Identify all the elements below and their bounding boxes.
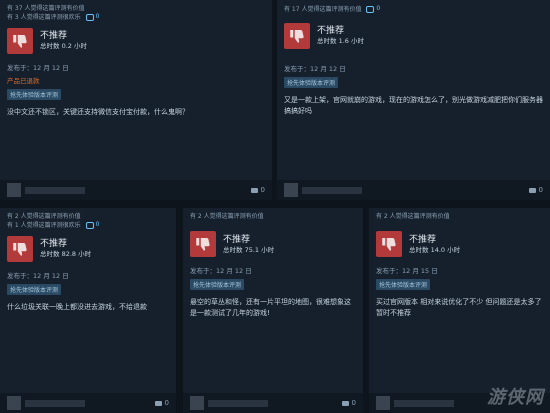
award-icon[interactable]: 0	[85, 13, 99, 22]
review-text: 什么垃圾关联一晚上都没进去游戏，不给退款	[7, 302, 147, 311]
recommendation[interactable]: 不推荐 总时数 14.0 小时	[376, 231, 543, 257]
comment-icon	[250, 187, 258, 193]
thumbs-down-icon	[190, 231, 216, 257]
play-hours: 总时数 0.2 小时	[40, 42, 87, 51]
reviewer[interactable]	[190, 396, 268, 410]
review-text: 又是一款上架，官网就崩的游戏，现在的游戏怎么了，别光做游戏减肥把你们服务器搞搞好…	[284, 95, 543, 115]
reviewer-name[interactable]	[25, 399, 85, 407]
reviewer[interactable]	[7, 183, 85, 197]
review-text: 没中文还不锁区，关键还支持微信支付宝付款，什么鬼啊？	[7, 107, 189, 116]
posted-date: 发布于：12 月 12 日	[284, 64, 346, 73]
recommendation[interactable]: 不推荐 总时数 0.2 小时	[7, 27, 265, 54]
reviewer-name[interactable]	[394, 399, 454, 407]
review-footer: 0	[0, 180, 272, 200]
review-text: 买过官网版本 相对来说优化了不少 但问题还是太多了 暂时不推荐	[376, 298, 542, 317]
review-card: 有 2 人觉得这篇评测有价值 不推荐 总时数 75.1 小时 发布于：12 月 …	[183, 208, 363, 413]
recommendation-title: 不推荐	[40, 239, 68, 250]
reviewer-name[interactable]	[25, 186, 85, 194]
comment-count[interactable]: 0	[250, 186, 265, 194]
reviewer[interactable]	[376, 396, 454, 410]
recommendation-title: 不推荐	[409, 234, 437, 245]
recommendation-title: 不推荐	[223, 234, 251, 245]
thumbs-down-icon	[7, 235, 33, 262]
reviewer[interactable]	[284, 183, 362, 197]
avatar[interactable]	[284, 183, 298, 197]
award-icon[interactable]: 0	[85, 221, 99, 230]
early-access-tag: 抢先体验版本评测	[376, 279, 431, 290]
comment-count[interactable]: 0	[528, 186, 543, 194]
review-footer: 0	[277, 180, 550, 200]
posted-date: 发布于：12 月 12 日	[7, 271, 69, 280]
comment-icon	[528, 187, 536, 193]
award-icon[interactable]: 0	[366, 5, 380, 14]
play-hours: 总时数 1.6 小时	[317, 37, 364, 46]
review-text: 悬空的草丛和怪，还有一片平坦的地图，很难想象这是一款测试了几年的游戏!	[190, 298, 351, 317]
early-access-tag: 抢先体验版本评测	[7, 88, 62, 100]
play-hours: 总时数 82.8 小时	[40, 250, 92, 259]
comment-icon	[154, 400, 162, 406]
comment-count[interactable]: 0	[341, 399, 356, 407]
comment-count[interactable]: 0	[154, 399, 169, 407]
review-card: 有 37 人觉得这篇评测有价值 有 3 人觉得这篇评测很欢乐 0 不推荐 总时数…	[0, 0, 272, 200]
comment-icon	[341, 400, 349, 406]
posted-date: 发布于：12 月 12 日	[7, 63, 69, 72]
early-access-tag: 抢先体验版本评测	[190, 279, 245, 290]
avatar[interactable]	[190, 396, 204, 410]
review-card: 有 17 人觉得这篇评测有价值 0 不推荐 总时数 1.6 小时 发布于：12 …	[277, 0, 550, 200]
reviewer[interactable]	[7, 396, 85, 410]
recommendation[interactable]: 不推荐 总时数 1.6 小时	[284, 22, 543, 49]
play-hours: 总时数 14.0 小时	[409, 245, 461, 254]
reviewer-name[interactable]	[302, 186, 362, 194]
review-footer: 0	[183, 393, 363, 413]
helpful-count: 有 2 人觉得这篇评测有价值	[7, 213, 81, 220]
avatar[interactable]	[7, 183, 21, 197]
recommendation[interactable]: 不推荐 总时数 75.1 小时	[190, 231, 356, 257]
avatar[interactable]	[376, 396, 390, 410]
reviewer-name[interactable]	[208, 399, 268, 407]
funny-count: 有 1 人觉得这篇评测很欢乐 0	[7, 221, 100, 230]
recommendation-title: 不推荐	[317, 26, 345, 37]
site-watermark: 游侠网	[487, 387, 544, 408]
recommendation[interactable]: 不推荐 总时数 82.8 小时	[7, 235, 169, 262]
posted-date: 发布于：12 月 12 日	[190, 267, 252, 275]
review-card: 有 2 人觉得这篇评测有价值 不推荐 总时数 14.0 小时 发布于：12 月 …	[369, 208, 550, 413]
thumbs-down-icon	[7, 27, 33, 54]
refunded-label: 产品已退款	[7, 76, 40, 85]
review-footer: 0	[0, 393, 176, 413]
helpful-count: 有 2 人觉得这篇评测有价值	[376, 213, 450, 220]
posted-date: 发布于：12 月 15 日	[376, 267, 438, 275]
thumbs-down-icon	[284, 22, 310, 49]
avatar[interactable]	[7, 396, 21, 410]
review-card: 有 2 人觉得这篇评测有价值 有 1 人觉得这篇评测很欢乐 0 不推荐 总时数 …	[0, 208, 176, 413]
recommendation-title: 不推荐	[40, 31, 68, 42]
play-hours: 总时数 75.1 小时	[223, 245, 275, 254]
helpful-count: 有 2 人觉得这篇评测有价值	[190, 213, 264, 220]
funny-count: 有 3 人觉得这篇评测很欢乐 0	[7, 13, 100, 22]
thumbs-down-icon	[376, 231, 402, 257]
helpful-count: 有 37 人觉得这篇评测有价值	[7, 5, 85, 12]
helpful-count: 有 17 人觉得这篇评测有价值 0	[284, 5, 381, 14]
early-access-tag: 抢先体验版本评测	[7, 283, 62, 295]
early-access-tag: 抢先体验版本评测	[284, 76, 339, 88]
